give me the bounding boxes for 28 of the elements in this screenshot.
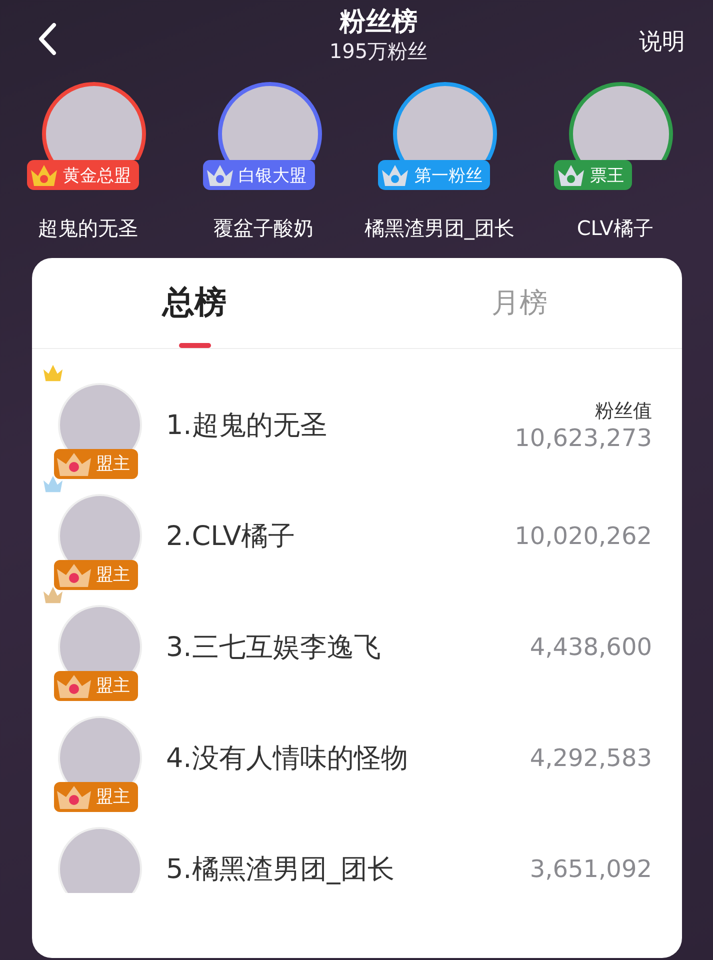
badge-label: 盟主 — [96, 675, 130, 697]
badge-label: 白银大盟 — [238, 164, 307, 186]
badge-label: 第一粉丝 — [414, 164, 482, 186]
fan-name: 4.没有人情味的怪物 — [166, 742, 409, 776]
fan-value: 10,623,273 — [514, 424, 652, 452]
fan-value: 4,292,583 — [530, 744, 652, 772]
badge-label: 黄金总盟 — [62, 164, 131, 186]
fan-name: 3.三七互娱李逸飞 — [166, 630, 382, 664]
fan-name: 2.CLV橘子 — [166, 520, 296, 554]
fan-name: 5.橘黑渣男团_团长 — [166, 852, 396, 886]
badge-label: 盟主 — [96, 564, 130, 586]
fan-name: 超鬼的无圣 — [36, 215, 139, 242]
value-label: 粉丝值 — [595, 398, 652, 424]
fan-name: 覆盆子酸奶 — [212, 215, 315, 242]
fan-value: 10,020,262 — [514, 522, 652, 550]
fan-name: CLV橘子 — [576, 215, 654, 242]
help-link[interactable]: 说明 — [639, 26, 685, 57]
fan-value: 4,438,600 — [530, 632, 652, 660]
fan-name: 橘黑渣男团_团长 — [364, 215, 514, 242]
badge-label: 票王 — [590, 164, 624, 186]
page-title: 粉丝榜 — [340, 6, 418, 38]
fan-name: 1.超鬼的无圣 — [166, 408, 328, 442]
back-button[interactable] — [36, 22, 58, 56]
badge-label: 盟主 — [96, 786, 130, 808]
fan-count: 195万粉丝 — [329, 38, 428, 64]
badge-label: 盟主 — [96, 453, 130, 475]
tab[interactable]: 总榜 — [32, 258, 357, 348]
fan-value: 3,651,092 — [530, 854, 652, 882]
